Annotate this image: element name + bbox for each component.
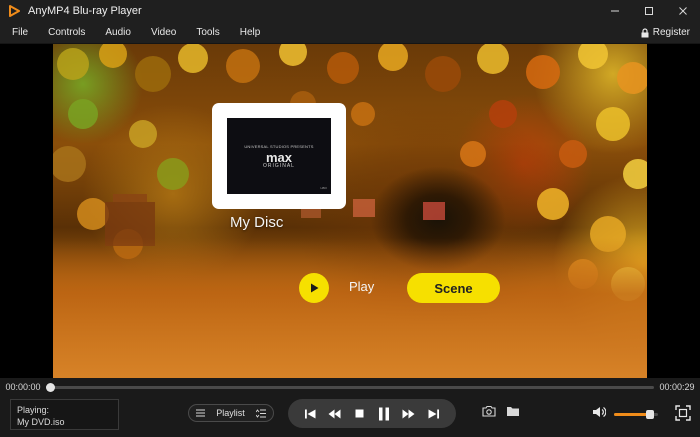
disc-thumbnail: UNIVERSAL STUDIOS PRESENTS max ORIGINAL …: [227, 118, 331, 194]
pause-icon: [379, 407, 390, 420]
volume-control: [592, 405, 658, 423]
now-playing-panel: Playing: My DVD.iso: [10, 399, 119, 430]
minimize-icon: [611, 10, 619, 12]
maximize-button[interactable]: [632, 0, 666, 22]
seek-handle[interactable]: [46, 382, 55, 392]
skip-forward-button[interactable]: [425, 405, 443, 423]
menu-help[interactable]: Help: [228, 27, 269, 38]
maximize-icon: [645, 7, 653, 15]
seek-bar[interactable]: [46, 382, 654, 392]
minimize-button[interactable]: [598, 0, 632, 22]
disc-label: My Disc: [230, 214, 284, 231]
capture-tools: [482, 404, 520, 422]
camera-icon: [482, 405, 496, 417]
pause-button[interactable]: [375, 405, 393, 423]
menu-file[interactable]: File: [0, 27, 36, 38]
transport-controls: [288, 399, 456, 428]
close-icon: [679, 7, 687, 15]
thumbnail-presents-text: UNIVERSAL STUDIOS PRESENTS: [244, 143, 314, 149]
menu-audio[interactable]: Audio: [93, 27, 139, 38]
thumbnail-corner-text: HBO: [320, 186, 327, 190]
menu-video[interactable]: Video: [139, 27, 184, 38]
now-playing-file: My DVD.iso: [17, 417, 65, 427]
play-icon: [311, 283, 319, 293]
app-title: AnyMP4 Blu-ray Player: [28, 5, 142, 17]
stop-icon: [355, 409, 364, 418]
fast-forward-button[interactable]: [400, 405, 418, 423]
disc-play-label[interactable]: Play: [349, 279, 374, 294]
skip-forward-icon: [428, 409, 440, 418]
volume-slider[interactable]: [614, 409, 658, 419]
menu-bar: File Controls Audio Video Tools Help Reg…: [0, 22, 700, 44]
volume-handle[interactable]: [646, 409, 655, 419]
window-controls: [598, 0, 700, 22]
rewind-button[interactable]: [326, 405, 344, 423]
open-snapshot-folder-button[interactable]: [506, 404, 520, 422]
disc-thumbnail-stamp[interactable]: UNIVERSAL STUDIOS PRESENTS max ORIGINAL …: [209, 100, 349, 212]
disc-play-button[interactable]: [299, 273, 329, 303]
now-playing-heading: Playing:: [17, 405, 50, 415]
mute-button[interactable]: [592, 405, 607, 423]
fullscreen-icon: [675, 405, 691, 421]
playlist-label: Playlist: [216, 408, 245, 418]
lock-icon: [641, 27, 649, 37]
progress-row: 00:00:00 00:00:29: [0, 378, 700, 396]
title-bar: AnyMP4 Blu-ray Player: [0, 0, 700, 22]
close-button[interactable]: [666, 0, 700, 22]
volume-fill: [614, 412, 651, 416]
register-label: Register: [652, 27, 690, 38]
speaker-icon: [593, 407, 607, 417]
snapshot-button[interactable]: [482, 404, 496, 422]
skip-back-icon: [304, 409, 316, 418]
playlist-button[interactable]: Playlist: [188, 404, 274, 422]
rewind-icon: [328, 409, 341, 418]
skip-back-button[interactable]: [301, 405, 319, 423]
stop-button[interactable]: [351, 405, 369, 423]
menu-controls[interactable]: Controls: [36, 27, 93, 38]
control-bar: Playing: My DVD.iso Playlist: [0, 396, 700, 437]
app-logo-icon: [7, 4, 21, 18]
fast-forward-icon: [402, 409, 415, 418]
menu-tools[interactable]: Tools: [184, 27, 227, 38]
fullscreen-button[interactable]: [675, 405, 691, 421]
thumbnail-brand-text: max: [265, 149, 293, 165]
folder-icon: [507, 407, 519, 416]
list-icon: [196, 409, 205, 417]
scene-button[interactable]: Scene: [407, 273, 500, 303]
register-button[interactable]: Register: [641, 27, 690, 38]
total-time: 00:00:29: [659, 382, 695, 392]
elapsed-time: 00:00:00: [5, 382, 41, 392]
scene-label: Scene: [434, 280, 473, 296]
video-area[interactable]: UNIVERSAL STUDIOS PRESENTS max ORIGINAL …: [0, 44, 700, 378]
playlist-sort-icon: [255, 408, 266, 418]
thumbnail-original-text: ORIGINAL: [263, 162, 295, 169]
